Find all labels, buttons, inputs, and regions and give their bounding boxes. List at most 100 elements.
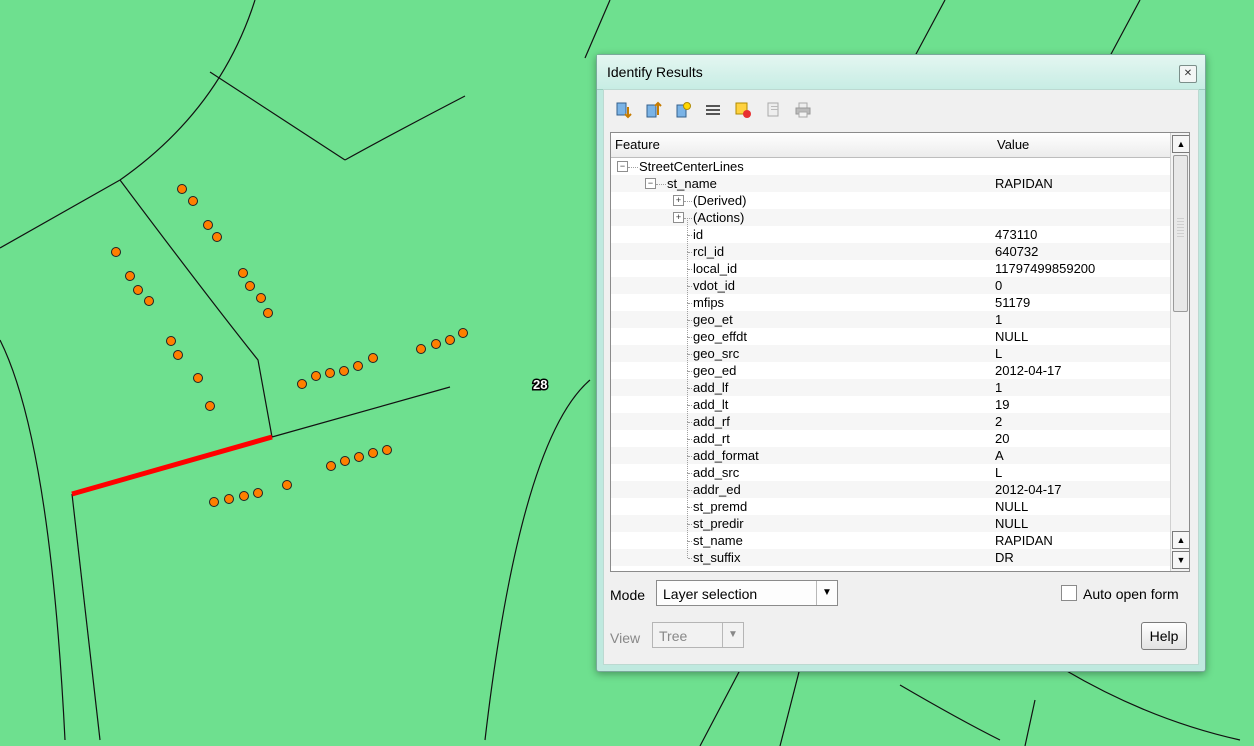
attribute-label: st_suffix	[693, 550, 741, 565]
chevron-down-icon[interactable]: ▼	[722, 623, 743, 647]
tree-header: Feature Value	[611, 133, 1175, 158]
collapse-icon[interactable]: −	[645, 178, 656, 189]
attribute-label: rcl_id	[693, 244, 725, 259]
attribute-label: id	[693, 227, 704, 242]
attribute-label: st_name	[693, 533, 743, 548]
attribute-label: geo_src	[693, 346, 740, 361]
attribute-value: NULL	[995, 499, 1029, 514]
open-form-icon[interactable]	[702, 99, 724, 121]
feature-value: RAPIDAN	[995, 176, 1053, 191]
scroll-down-icon[interactable]: ▼	[1172, 551, 1189, 569]
attribute-label: add_src	[693, 465, 740, 480]
attribute-value: A	[995, 448, 1004, 463]
table-row[interactable]: local_id 11797499859200	[611, 252, 1171, 277]
group-label: (Actions)	[693, 210, 745, 225]
table-row[interactable]: rcl_id 640732	[611, 235, 1171, 260]
attribute-value: 51179	[995, 295, 1031, 310]
attribute-value: RAPIDAN	[995, 533, 1053, 548]
attribute-value: 20	[995, 431, 1010, 446]
table-row[interactable]: geo_src L	[611, 337, 1171, 362]
table-row[interactable]: geo_effdt NULL	[611, 320, 1171, 345]
identify-results-dialog[interactable]: Identify Results ✕ Feature Value − Stree…	[596, 54, 1206, 672]
results-tree[interactable]: Feature Value − StreetCenterLines − st_n…	[610, 132, 1190, 572]
dialog-title: Identify Results	[607, 64, 703, 80]
column-header-feature[interactable]: Feature	[611, 133, 994, 157]
feature-label: st_name	[667, 176, 717, 191]
table-row[interactable]: add_rt 20	[611, 422, 1171, 447]
expand-tree-icon[interactable]	[612, 99, 634, 121]
attribute-label: add_lt	[693, 397, 729, 412]
close-icon[interactable]: ✕	[1179, 65, 1197, 83]
attribute-value: NULL	[995, 329, 1029, 344]
chevron-down-icon[interactable]: ▼	[816, 581, 837, 605]
table-row[interactable]: addr_ed 2012-04-17	[611, 473, 1171, 498]
attribute-rows: id 473110 rcl_id 640732 local_id 117974998592…	[611, 218, 1171, 566]
attribute-label: local_id	[693, 261, 738, 276]
tree-row-derived[interactable]: + (Derived)	[611, 192, 1171, 209]
attribute-value: 473110	[995, 227, 1038, 242]
expand-new-results-icon[interactable]	[672, 99, 694, 121]
attribute-label: st_premd	[693, 499, 748, 514]
tree-row-layer[interactable]: − StreetCenterLines	[611, 158, 1171, 175]
help-button[interactable]: Help	[1141, 622, 1187, 650]
dialog-body: Feature Value − StreetCenterLines − st_n…	[603, 89, 1199, 665]
attribute-label: add_rf	[693, 414, 730, 429]
attribute-label: vdot_id	[693, 278, 735, 293]
table-row[interactable]: geo_ed 2012-04-17	[611, 354, 1171, 379]
table-row[interactable]: st_suffix DR	[611, 541, 1171, 566]
attribute-label: addr_ed	[693, 482, 741, 497]
attribute-value: 0	[995, 278, 1003, 293]
tree-row-feature[interactable]: − st_name RAPIDAN	[611, 175, 1171, 192]
map-label: 28	[533, 377, 547, 392]
mode-select-value: Layer selection	[663, 586, 758, 602]
scrollbar-thumb[interactable]	[1173, 155, 1188, 312]
table-row[interactable]: vdot_id 0	[611, 269, 1171, 294]
scroll-up-icon[interactable]: ▲	[1172, 531, 1189, 549]
column-header-value[interactable]: Value	[993, 133, 1175, 157]
collapse-tree-icon[interactable]	[642, 99, 664, 121]
table-row[interactable]: add_format A	[611, 439, 1171, 464]
attribute-label: add_format	[693, 448, 759, 463]
table-row[interactable]: id 473110	[611, 218, 1171, 243]
attribute-value: 2012-04-17	[995, 363, 1062, 378]
table-row[interactable]: st_predir NULL	[611, 507, 1171, 532]
table-row[interactable]: add_src L	[611, 456, 1171, 481]
table-row[interactable]: add_lt 19	[611, 388, 1171, 413]
attribute-value: DR	[995, 550, 1014, 565]
clear-highlight-icon[interactable]	[732, 99, 754, 121]
attribute-label: st_predir	[693, 516, 744, 531]
attribute-value: 640732	[995, 244, 1039, 259]
mode-select[interactable]: Layer selection ▼	[656, 580, 838, 606]
expand-icon[interactable]: +	[673, 195, 684, 206]
attribute-label: geo_effdt	[693, 329, 747, 344]
results-toolbar	[612, 96, 814, 124]
group-label: (Derived)	[693, 193, 747, 208]
attribute-value: 1	[995, 312, 1003, 327]
layer-name: StreetCenterLines	[639, 159, 744, 174]
auto-open-form-checkbox[interactable]	[1061, 585, 1077, 601]
tree-scrollbar[interactable]: ▲ ▲ ▼	[1170, 133, 1189, 571]
view-label: View	[610, 630, 641, 646]
table-row[interactable]: mfips 51179	[611, 286, 1171, 311]
print-icon[interactable]	[792, 99, 814, 121]
auto-open-form-label[interactable]: Auto open form	[1083, 586, 1179, 602]
attribute-value: 2012-04-17	[995, 482, 1062, 497]
copy-feature-icon[interactable]	[762, 99, 784, 121]
attribute-label: geo_ed	[693, 363, 737, 378]
attribute-value: L	[995, 465, 1003, 480]
table-row[interactable]: add_rf 2	[611, 405, 1171, 430]
attribute-value: 1	[995, 380, 1003, 395]
table-row[interactable]: add_lf 1	[611, 371, 1171, 396]
table-row[interactable]: geo_et 1	[611, 303, 1171, 328]
table-row[interactable]: st_name RAPIDAN	[611, 524, 1171, 549]
attribute-label: geo_et	[693, 312, 733, 327]
view-select[interactable]: Tree ▼	[652, 622, 744, 648]
attribute-value: 11797499859200	[995, 261, 1096, 276]
dialog-titlebar[interactable]: Identify Results ✕	[597, 55, 1205, 90]
expand-icon[interactable]: +	[673, 212, 684, 223]
scroll-up-icon[interactable]: ▲	[1172, 135, 1189, 153]
collapse-icon[interactable]: −	[617, 161, 628, 172]
table-row[interactable]: st_premd NULL	[611, 490, 1171, 515]
attribute-value: 2	[995, 414, 1003, 429]
tree-row-actions[interactable]: + (Actions)	[611, 209, 1171, 226]
